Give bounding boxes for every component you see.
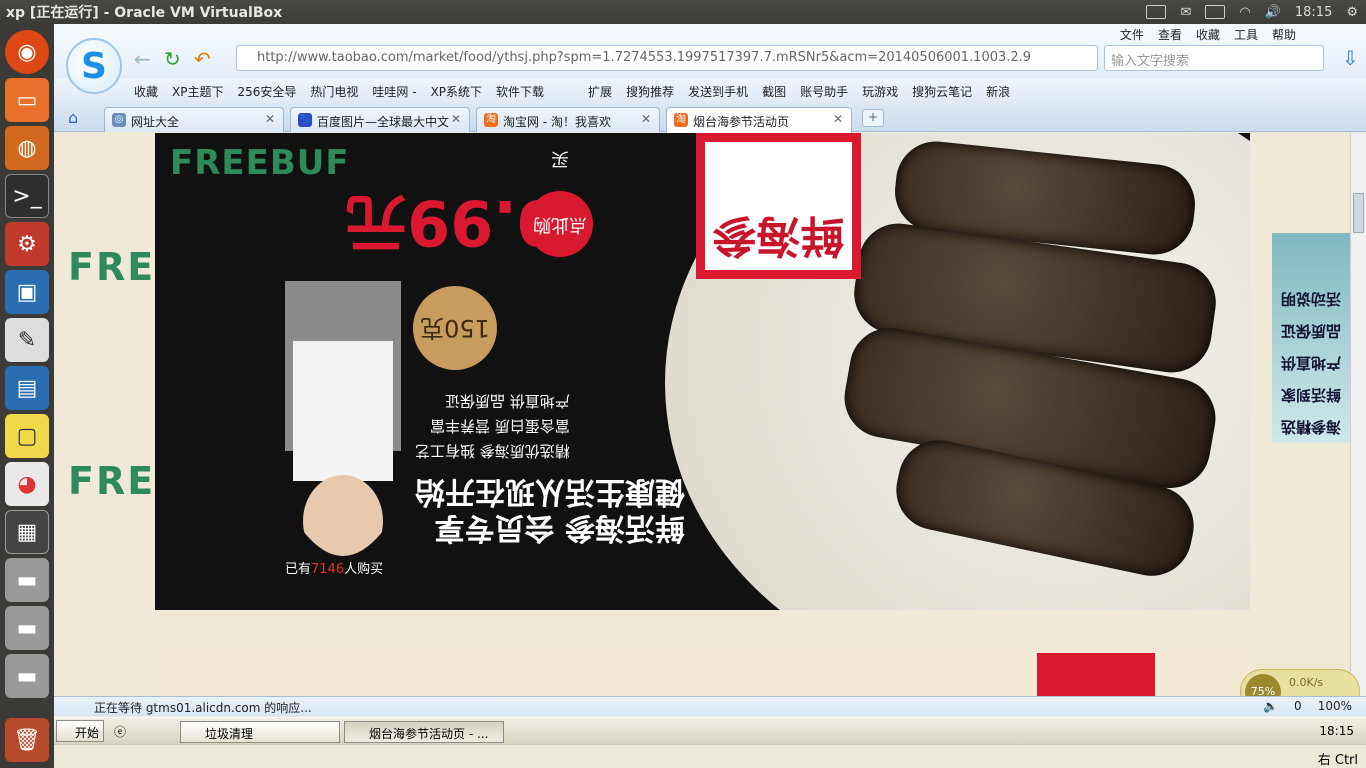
xp-clock: 18:15 bbox=[1319, 724, 1354, 738]
drive-icon[interactable]: ▬ bbox=[5, 558, 49, 602]
purchase-count: 已有7146人购买 bbox=[285, 562, 384, 577]
status-bar: 正在等待 gtms01.alicdn.com 的响应... 🔈 0 100% bbox=[54, 696, 1366, 716]
menu-view[interactable]: 查看 bbox=[1158, 26, 1182, 43]
status-text: 正在等待 gtms01.alicdn.com 的响应... bbox=[94, 701, 312, 715]
tab-baidu-images[interactable]: 🐾 百度图片—全球最大中文 ✕ bbox=[290, 107, 470, 132]
settings-icon[interactable]: ⚙ bbox=[5, 222, 49, 266]
mail-icon[interactable]: ✉ bbox=[1180, 5, 1191, 20]
menu-bar: 文件 查看 收藏 工具 帮助 bbox=[1120, 26, 1296, 43]
browser-toolbar: S ← ↻ ↶ 文件 查看 收藏 工具 帮助 http://www.taobao… bbox=[54, 24, 1366, 94]
refresh-icon[interactable]: ↻ bbox=[164, 47, 181, 71]
ubuntu-dash-icon[interactable]: ◉ bbox=[5, 30, 49, 74]
system-tray: ✉ ◠ 🔊 18:15 ⚙ bbox=[1146, 0, 1358, 24]
bookmark-item[interactable]: 搜狗推荐 bbox=[626, 83, 674, 100]
close-icon[interactable]: ✕ bbox=[641, 112, 651, 126]
status-count: 0 bbox=[1294, 699, 1302, 713]
terminal-icon[interactable]: >_ bbox=[5, 174, 49, 218]
writer-icon[interactable]: ▤ bbox=[5, 366, 49, 410]
close-icon[interactable]: ✕ bbox=[265, 112, 275, 126]
tab-strip: ⌂ ◎ 网址大全 ✕ 🐾 百度图片—全球最大中文 ✕ 淘淘宝网 - 淘！我喜欢 ✕ 淘烟台… bbox=[54, 104, 1366, 133]
stamp-label: 鲜海参 bbox=[696, 133, 861, 279]
ie-icon[interactable]: ⓔ bbox=[114, 723, 126, 740]
zoom-level[interactable]: 100% bbox=[1318, 699, 1352, 713]
tab-taobao[interactable]: 淘淘宝网 - 淘！我喜欢 ✕ bbox=[476, 107, 660, 132]
menu-file[interactable]: 文件 bbox=[1120, 26, 1144, 43]
page-scrollbar[interactable] bbox=[1350, 133, 1366, 696]
bookmark-item[interactable]: 截图 bbox=[762, 83, 786, 100]
bookmarks-bar: 收藏 XP主题下 256安全导 热门电视 哇哇网 - XP系统下 软件下载 扩展… bbox=[54, 78, 1366, 104]
firefox-icon[interactable]: ◍ bbox=[5, 126, 49, 170]
feature-list: 精选优质海参 独有工艺 富含蛋白质 营养丰富 产地直供 品质保证 bbox=[415, 392, 570, 460]
bookmark-item[interactable]: 256安全导 bbox=[237, 83, 296, 100]
vm-display: S ← ↻ ↶ 文件 查看 收藏 工具 帮助 http://www.taobao… bbox=[54, 24, 1366, 768]
battery-icon[interactable] bbox=[1205, 5, 1226, 19]
buy-badge[interactable]: 点此购买 bbox=[527, 148, 593, 257]
virtualbox-status-bar: 右 Ctrl bbox=[54, 744, 1366, 768]
speaker-icon[interactable]: 🔈 bbox=[1263, 699, 1278, 713]
wifi-icon[interactable]: ◠ bbox=[1239, 5, 1250, 20]
bookmark-item[interactable]: 玩游戏 bbox=[862, 83, 898, 100]
second-banner[interactable] bbox=[155, 653, 1250, 696]
bookmark-item[interactable]: 哇哇网 - bbox=[372, 83, 416, 100]
bookmark-item[interactable]: 热门电视 bbox=[310, 83, 358, 100]
chrome-icon[interactable]: ◕ bbox=[5, 462, 49, 506]
text-editor-icon[interactable]: ✎ bbox=[5, 318, 49, 362]
menu-tools[interactable]: 工具 bbox=[1234, 26, 1258, 43]
gear-icon[interactable]: ⚙ bbox=[1346, 5, 1358, 20]
bookmark-item[interactable]: 软件下载 bbox=[496, 83, 544, 100]
bookmark-item[interactable]: 新浪 bbox=[986, 83, 1010, 100]
drive-icon[interactable]: ▬ bbox=[5, 654, 49, 698]
scroll-thumb[interactable] bbox=[1353, 193, 1364, 233]
bookmark-item[interactable]: 发送到手机 bbox=[688, 83, 748, 100]
virtualbox-icon[interactable]: ▣ bbox=[5, 270, 49, 314]
side-promo[interactable]: 海参精选 鲜活到家 产地直供 品质保证 活动说明 bbox=[1272, 233, 1350, 443]
brand-logo: FREEBUF bbox=[170, 143, 350, 183]
menu-help[interactable]: 帮助 bbox=[1272, 26, 1296, 43]
model-image bbox=[285, 281, 401, 571]
bookmark-item[interactable]: 收藏 bbox=[134, 83, 158, 100]
bookmark-item[interactable]: 账号助手 bbox=[800, 83, 848, 100]
ubuntu-launcher: ◉ ▭ ◍ >_ ⚙ ▣ ✎ ▤ ▢ ◕ ▦ ▬ ▬ ▬ 🗑 bbox=[0, 24, 54, 768]
taskbar-item[interactable]: 垃圾清理 bbox=[180, 721, 340, 743]
bookmark-item[interactable]: XP主题下 bbox=[172, 83, 223, 100]
window-title: xp [正在运行] - Oracle VM VirtualBox bbox=[6, 5, 283, 21]
red-accent bbox=[1037, 653, 1155, 696]
address-bar[interactable]: http://www.taobao.com/market/food/ythsj.… bbox=[236, 45, 1098, 71]
undo-icon[interactable]: ↶ bbox=[194, 47, 211, 71]
weight-badge: 150克 bbox=[413, 286, 497, 370]
workspace-icon[interactable]: ▦ bbox=[5, 510, 49, 554]
notes-icon[interactable]: ▢ bbox=[5, 414, 49, 458]
download-icon[interactable]: ⇩ bbox=[1342, 46, 1359, 70]
menu-favorites[interactable]: 收藏 bbox=[1196, 26, 1220, 43]
download-speed: 0.0K/s bbox=[1289, 676, 1324, 689]
drive-icon[interactable]: ▬ bbox=[5, 606, 49, 650]
bookmark-item[interactable]: 扩展 bbox=[588, 83, 612, 100]
bookmark-item[interactable]: 搜狗云笔记 bbox=[912, 83, 972, 100]
close-icon[interactable]: ✕ bbox=[833, 112, 843, 126]
home-icon[interactable]: ⌂ bbox=[68, 108, 78, 127]
bookmark-item[interactable]: XP系统下 bbox=[431, 83, 482, 100]
ubuntu-top-panel: xp [正在运行] - Oracle VM VirtualBox ✉ ◠ 🔊 1… bbox=[0, 0, 1366, 24]
tab-wangzhi[interactable]: ◎ 网址大全 ✕ bbox=[104, 107, 284, 132]
host-key: 右 Ctrl bbox=[1317, 753, 1358, 768]
back-icon[interactable]: ← bbox=[134, 47, 151, 71]
sogou-logo-icon[interactable]: S bbox=[66, 38, 122, 94]
close-icon[interactable]: ✕ bbox=[451, 112, 461, 126]
trash-icon[interactable]: 🗑 bbox=[5, 718, 49, 762]
clock[interactable]: 18:15 bbox=[1295, 5, 1332, 20]
volume-icon[interactable]: 🔊 bbox=[1265, 5, 1281, 20]
xp-taskbar: 开始 ⓔ 垃圾清理 烟台海参节活动页 - ... 18:15 bbox=[54, 717, 1366, 744]
keyboard-icon[interactable] bbox=[1146, 5, 1167, 19]
web-page: FREEBUF FREEBUF 鲜海参 FREEBUF 0.99元 点此购买 1… bbox=[54, 133, 1350, 696]
slogan: 鲜活海参 会员专享 健康生活从现在开始 bbox=[415, 474, 685, 545]
taskbar-item-active[interactable]: 烟台海参节活动页 - ... bbox=[344, 721, 504, 743]
search-input[interactable]: 输入文字搜索 bbox=[1104, 45, 1324, 71]
promo-banner[interactable]: 鲜海参 FREEBUF 0.99元 点此购买 150克 精选优质海参 独有工艺 … bbox=[155, 133, 1250, 610]
new-tab-button[interactable]: + bbox=[862, 109, 884, 127]
files-icon[interactable]: ▭ bbox=[5, 78, 49, 122]
tab-yantai-active[interactable]: 淘烟台海参节活动页 ✕ bbox=[666, 107, 852, 133]
start-button[interactable]: 开始 bbox=[56, 720, 104, 742]
